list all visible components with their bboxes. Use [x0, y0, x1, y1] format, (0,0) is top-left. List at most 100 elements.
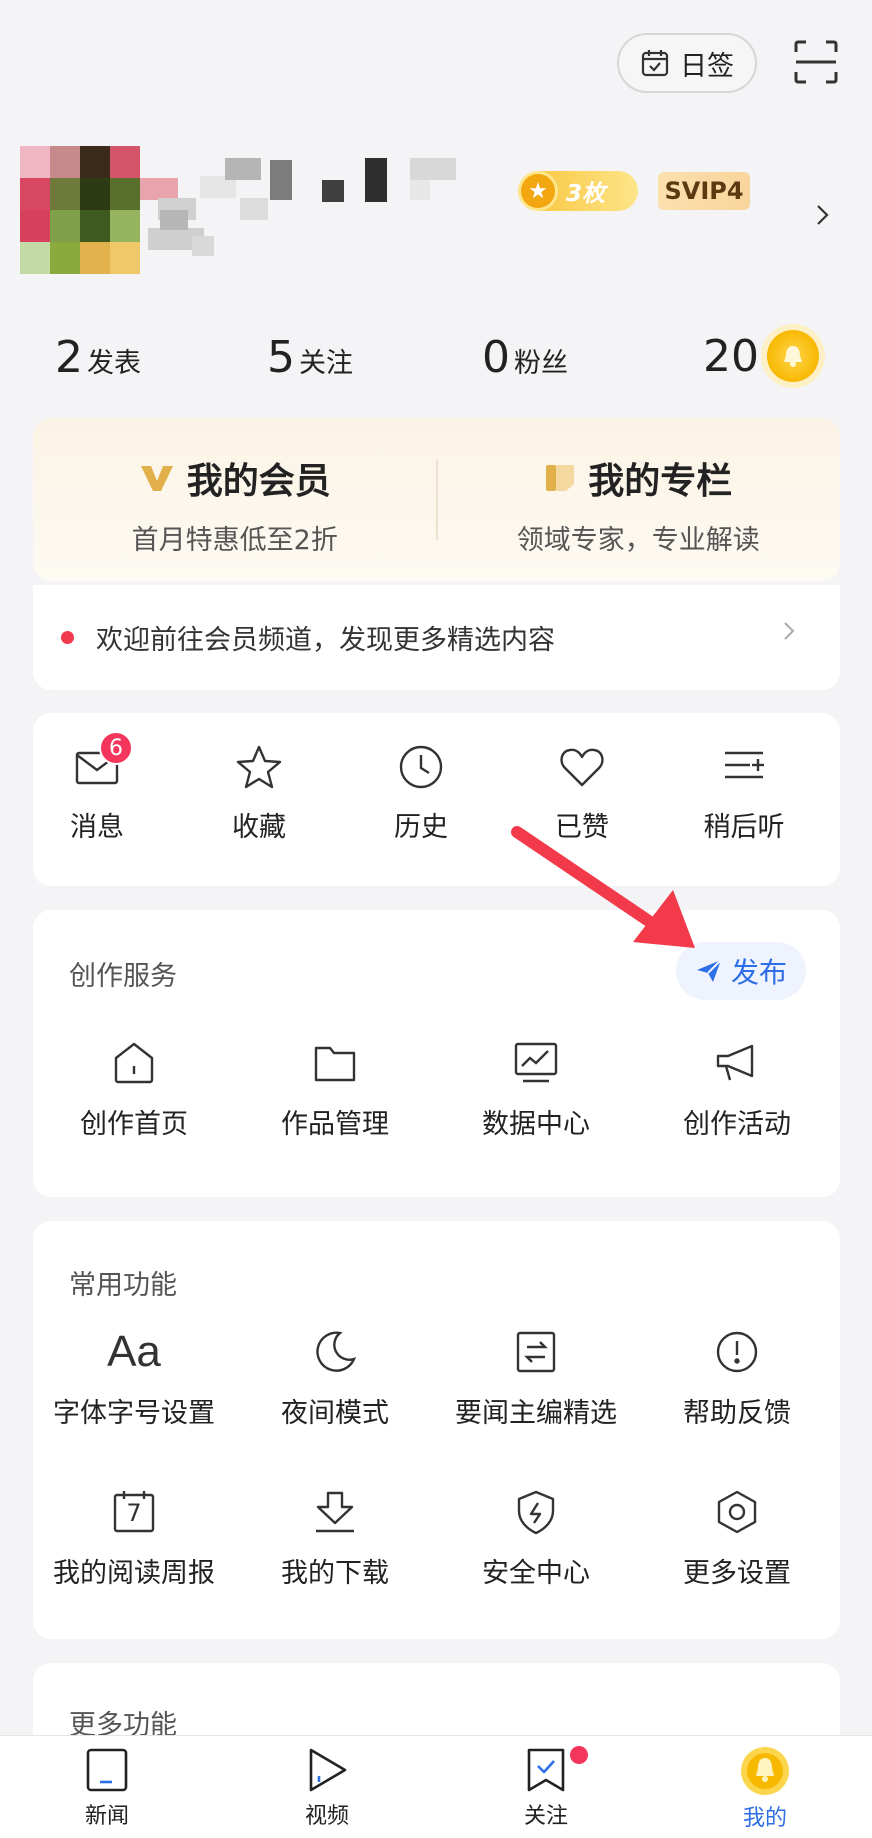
- help-feedback-button[interactable]: 帮助反馈: [637, 1329, 837, 1430]
- section-title: 常用功能: [69, 1270, 177, 1301]
- works-management-button[interactable]: 作品管理: [235, 1040, 435, 1141]
- more-settings-button[interactable]: 更多设置: [637, 1489, 837, 1590]
- vip-v-icon: [140, 466, 173, 491]
- creation-events-button[interactable]: 创作活动: [637, 1040, 837, 1141]
- creation-services-card: 创作服务 发布 创作首页 作品管理 数据中心 创作活动: [33, 910, 840, 1197]
- night-mode-button[interactable]: 夜间模式: [235, 1329, 435, 1430]
- my-column[interactable]: 我的专栏 领域专家，专业解读: [437, 418, 841, 581]
- downloads-button[interactable]: 我的下载: [235, 1489, 435, 1590]
- my-membership[interactable]: 我的会员 首月特惠低至2折: [33, 418, 437, 581]
- history-button[interactable]: 历史: [361, 743, 481, 844]
- home-icon: [114, 1042, 154, 1084]
- bookmark-check-icon: [527, 1748, 565, 1792]
- tab-video[interactable]: 视频: [267, 1746, 387, 1830]
- tab-follow-label: 关注: [523, 1804, 568, 1829]
- membership-title: 我的会员: [186, 461, 331, 502]
- new-content-dot: [570, 1746, 588, 1764]
- data-center-button[interactable]: 数据中心: [436, 1040, 636, 1141]
- weekly-report-button[interactable]: 7 我的阅读周报: [34, 1489, 234, 1590]
- stat-following[interactable]: 5 关注: [267, 332, 353, 383]
- tab-follow[interactable]: 关注: [486, 1746, 606, 1830]
- font-size-settings-label: 字体字号设置: [53, 1398, 215, 1429]
- favorites-button[interactable]: 收藏: [199, 743, 319, 844]
- medal-count: 3枚: [566, 181, 606, 207]
- download-icon: [316, 1491, 354, 1533]
- stat-posts[interactable]: 2 发表: [55, 332, 141, 383]
- checkin-button[interactable]: 日签: [617, 33, 757, 93]
- data-center-label: 数据中心: [482, 1109, 590, 1140]
- calendar-check-icon: [641, 50, 669, 77]
- messages-button[interactable]: 6 消息: [37, 731, 157, 844]
- works-management-label: 作品管理: [281, 1109, 389, 1140]
- downloads-label: 我的下载: [281, 1558, 389, 1589]
- tab-news-label: 新闻: [84, 1804, 129, 1829]
- member-notice[interactable]: 欢迎前往会员频道，发现更多精选内容: [33, 585, 840, 690]
- column-title: 我的专栏: [588, 461, 733, 502]
- stat-label: 发表: [87, 348, 141, 379]
- unread-badge: 6: [99, 731, 133, 765]
- creation-home-button[interactable]: 创作首页: [34, 1040, 234, 1141]
- calendar-day: 7: [126, 1499, 142, 1527]
- shield-bolt-icon: [517, 1490, 555, 1535]
- member-card: 我的会员 首月特惠低至2折 我的专栏 领域专家，专业解读: [33, 418, 840, 581]
- stat-fans[interactable]: 0 粉丝: [482, 332, 568, 383]
- star-icon: ★: [518, 171, 558, 211]
- editor-picks-label: 要闻主编精选: [455, 1398, 617, 1429]
- clock-icon: [399, 745, 443, 789]
- username-blurred: [140, 158, 510, 270]
- coin-balance[interactable]: 20: [703, 324, 872, 388]
- night-mode-label: 夜间模式: [281, 1398, 389, 1429]
- bottom-navigation: 新闻 视频 关注 我的: [0, 1735, 872, 1838]
- mine-bell-icon: [741, 1747, 789, 1795]
- alert-circle-icon: [716, 1331, 758, 1373]
- stat-label: 关注: [299, 348, 353, 379]
- folder-icon: [314, 1046, 356, 1082]
- stat-number: 0: [482, 332, 510, 383]
- calendar-icon: 7: [111, 1489, 157, 1535]
- stats-row: 2 发表 5 关注 0 粉丝 20: [55, 330, 835, 388]
- avatar[interactable]: [20, 146, 140, 274]
- favorites-label: 收藏: [232, 812, 286, 843]
- column-subtitle: 领域专家，专业解读: [516, 525, 760, 556]
- tab-video-label: 视频: [304, 1804, 349, 1829]
- history-label: 历史: [394, 812, 448, 843]
- security-center-button[interactable]: 安全中心: [436, 1489, 636, 1590]
- weekly-report-label: 我的阅读周报: [53, 1558, 215, 1589]
- membership-subtitle: 首月特惠低至2折: [131, 525, 338, 556]
- font-aa-icon: Aa: [107, 1327, 161, 1376]
- checkin-label: 日签: [680, 50, 734, 82]
- hexagon-settings-icon: [717, 1490, 757, 1534]
- font-size-settings-button[interactable]: Aa 字体字号设置: [34, 1329, 234, 1430]
- vip-level-badge[interactable]: SVIP4: [658, 172, 750, 210]
- swap-doc-icon: [516, 1331, 556, 1373]
- editor-picks-button[interactable]: 要闻主编精选: [436, 1329, 636, 1430]
- quick-actions-card: 6 消息 收藏 历史 已赞 稍后听: [33, 713, 840, 886]
- stat-number: 5: [267, 332, 295, 383]
- coin-number: 20: [703, 330, 759, 382]
- chart-monitor-icon: [514, 1042, 558, 1083]
- help-feedback-label: 帮助反馈: [683, 1398, 791, 1429]
- notice-text: 欢迎前往会员频道，发现更多精选内容: [96, 625, 555, 656]
- messages-label: 消息: [70, 812, 124, 843]
- security-center-label: 安全中心: [482, 1558, 590, 1589]
- red-dot-icon: [61, 631, 74, 644]
- tab-news[interactable]: 新闻: [47, 1746, 167, 1830]
- medal-badge[interactable]: ★ 3枚: [518, 171, 638, 211]
- column-book-icon: [546, 465, 575, 491]
- section-title: 创作服务: [69, 961, 177, 992]
- chevron-right-icon[interactable]: [815, 200, 831, 235]
- send-icon: [696, 959, 722, 982]
- scan-icon[interactable]: [792, 38, 840, 86]
- annotation-arrow-icon: [511, 826, 695, 948]
- creation-home-label: 创作首页: [80, 1109, 188, 1140]
- moon-icon: [316, 1331, 357, 1372]
- tab-mine[interactable]: 我的: [705, 1746, 825, 1832]
- coin-icon: [767, 330, 819, 382]
- chevron-right-icon: [782, 615, 796, 650]
- play-icon: [309, 1748, 347, 1792]
- stat-number: 2: [55, 332, 83, 383]
- publish-label: 发布: [730, 956, 787, 989]
- common-functions-card: 常用功能 Aa 字体字号设置 夜间模式 要闻主编精选 帮助反馈 7 我的阅读周报…: [33, 1221, 840, 1639]
- heart-icon: [560, 748, 604, 787]
- news-icon: [86, 1748, 128, 1792]
